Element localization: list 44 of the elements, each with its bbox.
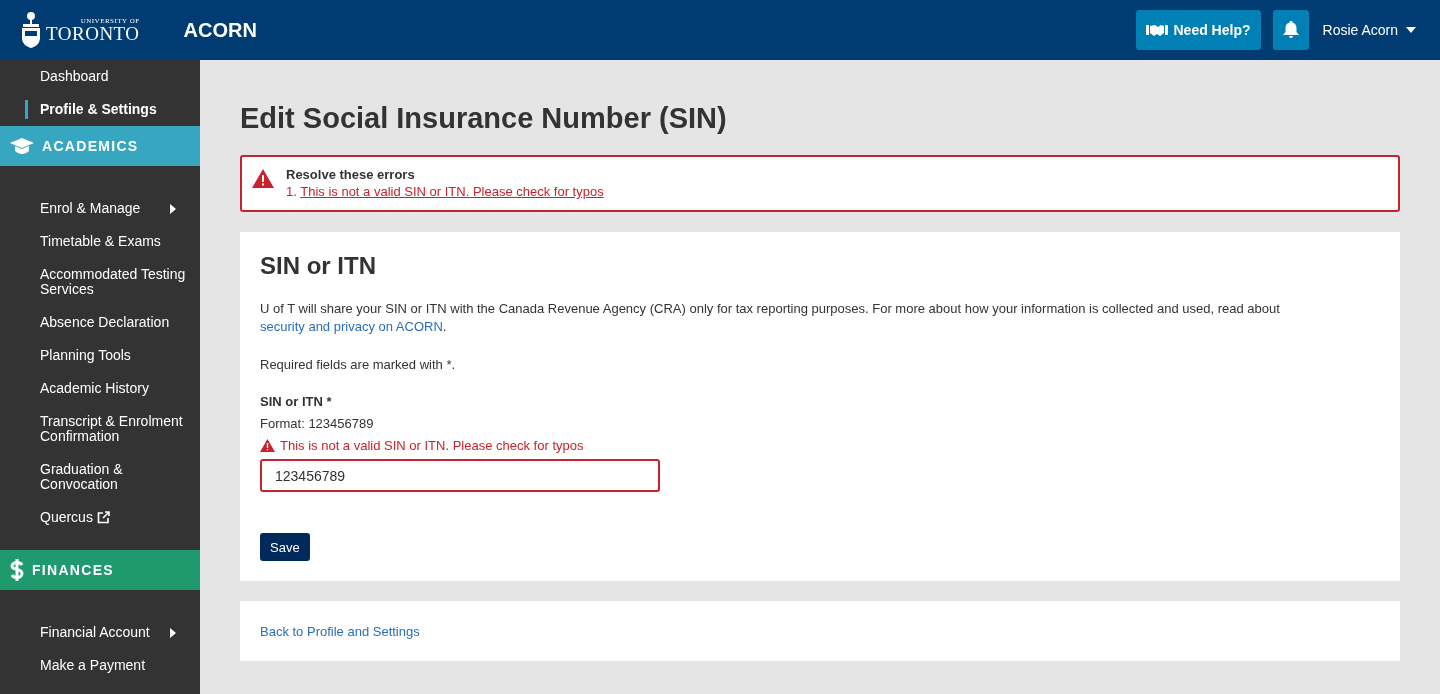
sidebar-item[interactable]: Make a Payment bbox=[0, 649, 200, 682]
save-button[interactable]: Save bbox=[260, 533, 310, 561]
sidebar-item[interactable]: Financial Account bbox=[0, 616, 200, 649]
error-summary-title: Resolve these errors bbox=[286, 167, 416, 182]
external-link-icon bbox=[96, 511, 110, 524]
sidebar-item[interactable]: Enrol & Manage bbox=[0, 192, 200, 225]
caret-icon bbox=[1406, 27, 1416, 33]
sidebar-item[interactable]: Profile & Settings bbox=[0, 93, 200, 126]
warning-icon bbox=[260, 439, 275, 452]
section-title: ACADEMICS bbox=[42, 138, 139, 154]
sidebar-item[interactable]: Graduation & Convocation bbox=[0, 453, 200, 501]
dollar-icon bbox=[10, 559, 24, 581]
privacy-link[interactable]: security and privacy on ACORN bbox=[260, 319, 443, 334]
notifications-button[interactable] bbox=[1272, 10, 1309, 50]
app-name: ACORN bbox=[183, 18, 257, 42]
triangle-right-icon bbox=[170, 203, 176, 214]
field-label: SIN or ITN * bbox=[260, 394, 333, 409]
error-number: 1. bbox=[286, 184, 297, 199]
logo-title: TORONTO bbox=[46, 25, 140, 43]
error-link[interactable]: This is not a valid SIN or ITN. Please check for typos bbox=[300, 184, 604, 199]
sidebar-item[interactable]: Timetable & Exams bbox=[0, 225, 200, 258]
help-button[interactable]: Need Help? bbox=[1135, 10, 1261, 50]
page-title: Edit Social Insurance Number (SIN) bbox=[240, 102, 728, 135]
required-note: Required fields are marked with *. bbox=[260, 356, 457, 374]
bell-icon bbox=[1282, 21, 1299, 39]
sidebar-item[interactable]: Quercus bbox=[0, 501, 200, 534]
section-title: FINANCES bbox=[32, 562, 114, 578]
sidebar-item[interactable]: Dashboard bbox=[0, 60, 200, 93]
crest-icon bbox=[20, 11, 42, 49]
sidebar-item[interactable]: Absence Declaration bbox=[0, 306, 200, 339]
intro-text: U of T will share your SIN or ITN with the Canada Revenue Agency (CRA) only for tax reporting purposes. For more about how your information is collected and used, read about security and privacy on ACORN. bbox=[260, 300, 1281, 336]
format-hint: Format: 123456789 bbox=[260, 416, 375, 431]
card-title: SIN or ITN bbox=[260, 252, 377, 280]
sidebar-item[interactable]: Planning Tools bbox=[0, 339, 200, 372]
field-error-text: This is not a valid SIN or ITN. Please check for typos bbox=[280, 438, 584, 453]
triangle-right-icon bbox=[170, 627, 176, 638]
sidebar-item[interactable]: Transcript & Enrolment Confirmation bbox=[0, 405, 200, 453]
sin-input-field[interactable]: 123456789 bbox=[260, 459, 660, 492]
sidebar-item[interactable]: Academic History bbox=[0, 372, 200, 405]
user-menu[interactable]: Rosie Acorn bbox=[1318, 22, 1420, 38]
back-link[interactable]: Back to Profile and Settings bbox=[260, 624, 420, 639]
warning-icon bbox=[252, 169, 274, 188]
graduation-cap-icon bbox=[10, 138, 34, 154]
sidebar-item[interactable]: Accommodated Testing Services bbox=[0, 258, 200, 306]
